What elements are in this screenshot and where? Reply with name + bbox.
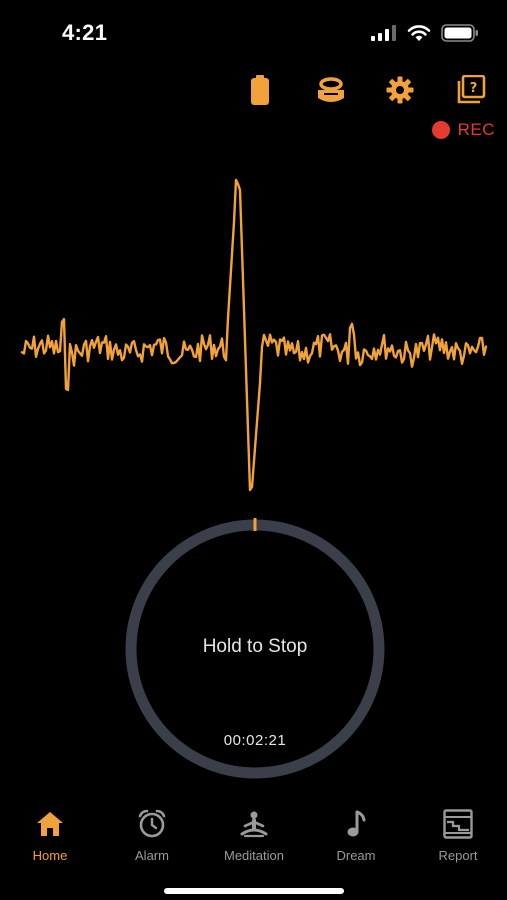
tab-alarm[interactable]: Alarm [102, 808, 202, 863]
tab-meditation-label: Meditation [224, 848, 284, 863]
hold-to-stop-control[interactable]: Hold to Stop 00:02:21 [122, 516, 388, 782]
gear-icon [386, 76, 414, 109]
status-bar: 4:21 [0, 0, 507, 70]
recording-timer: 00:02:21 [223, 732, 287, 749]
home-icon [36, 808, 64, 840]
headband-button[interactable] [313, 74, 349, 110]
waveform-line [20, 178, 488, 492]
settings-button[interactable] [382, 74, 418, 110]
alarm-clock-icon [137, 808, 167, 840]
svg-text:?: ? [470, 81, 478, 96]
help-button[interactable]: ? [453, 74, 489, 110]
device-battery-button[interactable] [242, 74, 278, 110]
tab-meditation[interactable]: Meditation [204, 808, 304, 863]
meditation-icon [239, 808, 269, 840]
recording-indicator: REC [431, 120, 495, 140]
help-cards-icon: ? [456, 74, 486, 110]
recording-label: REC [457, 120, 495, 139]
bottom-tab-bar: Home Alarm Meditation Dream Report [0, 800, 507, 870]
ring-progress-marker [253, 518, 257, 531]
headband-icon [314, 76, 348, 109]
music-note-icon [345, 808, 367, 840]
tab-report-label: Report [438, 848, 478, 863]
tab-dream[interactable]: Dream [306, 808, 406, 863]
record-dot-icon [431, 121, 450, 139]
hold-to-stop-label[interactable]: Hold to Stop [122, 636, 388, 658]
status-icons [371, 24, 479, 47]
tab-report[interactable]: Report [408, 808, 507, 863]
battery-icon [441, 24, 479, 47]
cellular-signal-icon [371, 25, 397, 46]
tab-dream-label: Dream [336, 848, 376, 863]
status-time: 4:21 [62, 20, 108, 45]
top-toolbar: ? [0, 74, 507, 110]
tab-home-label: Home [32, 848, 68, 863]
tab-home[interactable]: Home [0, 808, 100, 863]
eeg-waveform [20, 178, 488, 492]
report-icon [443, 808, 473, 840]
tab-alarm-label: Alarm [135, 848, 169, 863]
wifi-icon [407, 24, 431, 47]
home-indicator [164, 888, 344, 894]
device-battery-icon [250, 74, 270, 110]
